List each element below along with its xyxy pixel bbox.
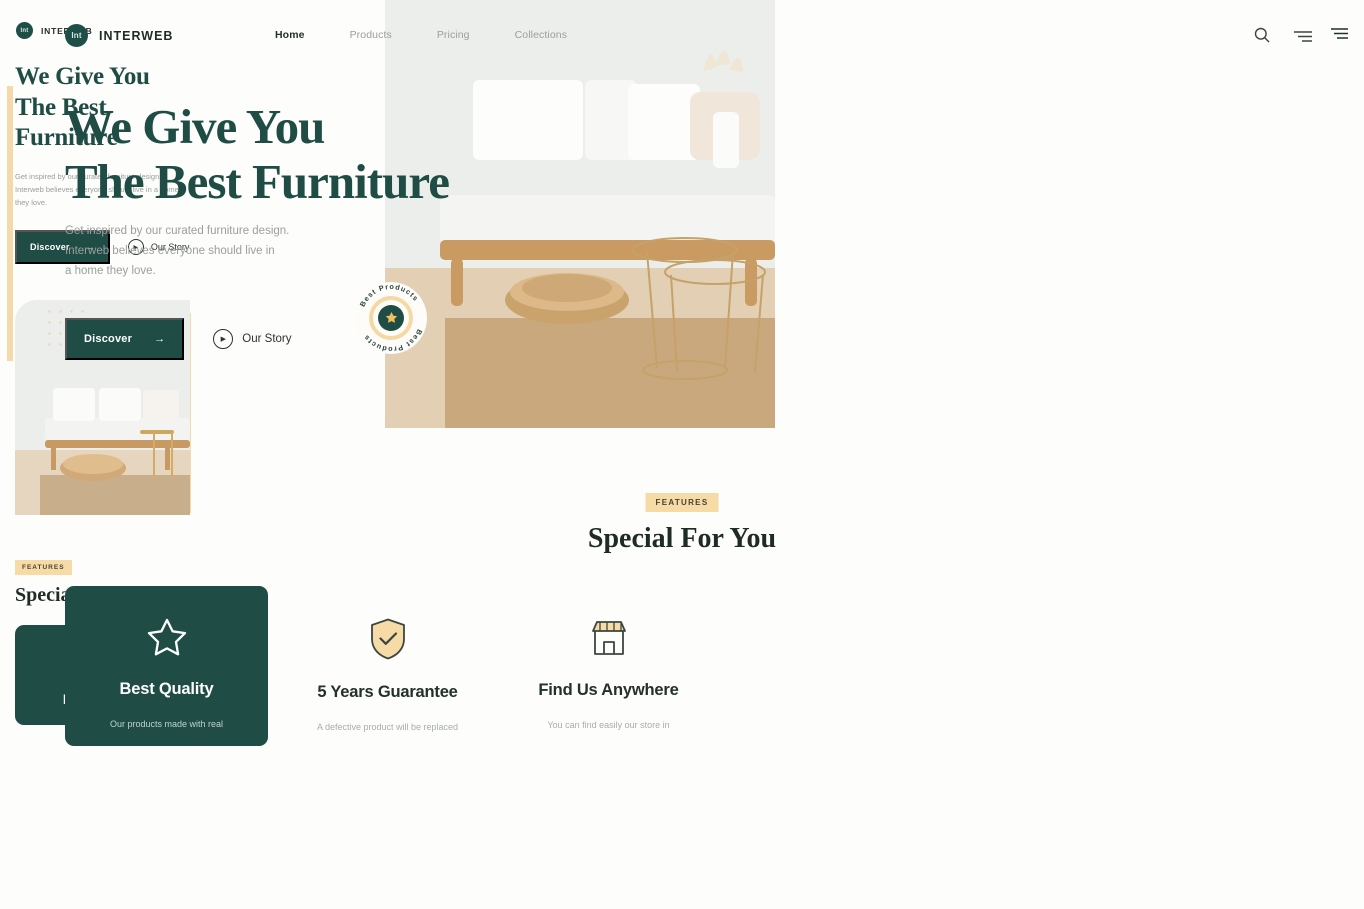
feature-desc: Our products made with real bbox=[109, 719, 224, 729]
nav-item-collections[interactable]: Collections bbox=[515, 29, 567, 41]
search-icon[interactable] bbox=[1254, 27, 1270, 48]
discover-label: Discover bbox=[84, 333, 133, 345]
star-icon bbox=[147, 618, 187, 662]
brand-logo-mark: Int bbox=[65, 24, 88, 47]
nav-item-home[interactable]: Home bbox=[275, 29, 305, 41]
subtext-line-3: a home they love. bbox=[65, 264, 156, 277]
storefront-icon bbox=[589, 618, 629, 663]
desktop-nav-icons bbox=[1254, 27, 1312, 48]
hamburger-icon[interactable] bbox=[1331, 26, 1348, 44]
desktop-brand: Int INTERWEB bbox=[65, 24, 173, 47]
subtext-line-1: Get inspired by our curated furniture de… bbox=[65, 225, 290, 237]
feature-card-guarantee[interactable]: 5 Years Guarantee A defective product wi… bbox=[286, 586, 489, 746]
our-story-label: Our Story bbox=[242, 333, 292, 345]
feature-desc: A defective product will be replaced bbox=[316, 722, 459, 732]
feature-desc: You can find easily our store in bbox=[547, 720, 670, 730]
accent-bar bbox=[7, 86, 13, 361]
discover-label: Discover bbox=[30, 242, 70, 252]
hamburger-icon[interactable] bbox=[1294, 29, 1312, 47]
feature-title: Best Quality bbox=[119, 680, 214, 698]
our-story-link[interactable]: ▶ Our Story bbox=[213, 329, 292, 349]
feature-card-best-quality[interactable]: Best Quality Our products made with real bbox=[65, 586, 268, 746]
desktop-features-row: Best Quality Our products made with real… bbox=[65, 586, 710, 746]
svg-text:Best Products: Best Products bbox=[358, 282, 421, 308]
nav-item-pricing[interactable]: Pricing bbox=[437, 29, 470, 41]
desktop-nav: Home Products Pricing Collections bbox=[275, 29, 567, 41]
badge-text-bottom: Best Products bbox=[361, 328, 423, 354]
best-products-badge: Best Products Best Products bbox=[355, 282, 427, 354]
badge-text-top: Best Products bbox=[358, 282, 420, 308]
desktop-features-tag: FEATURES bbox=[645, 493, 719, 512]
subtext-line-2: Interweb believes everyone should live i… bbox=[65, 244, 275, 257]
svg-text:Best Products: Best Products bbox=[361, 328, 424, 354]
discover-button[interactable]: Discover → bbox=[65, 318, 185, 360]
arrow-right-icon: → bbox=[154, 333, 166, 345]
desktop-subtext: Get inspired by our curated furniture de… bbox=[65, 222, 335, 281]
feature-card-find-us[interactable]: Find Us Anywhere You can find easily our… bbox=[507, 586, 710, 746]
desktop-hero-image bbox=[385, 0, 775, 428]
mobile-features-tag: FEATURES bbox=[15, 560, 72, 575]
feature-title: 5 Years Guarantee bbox=[317, 683, 458, 701]
headline-line-1: We Give You bbox=[65, 99, 325, 154]
feature-title: Find Us Anywhere bbox=[538, 681, 679, 699]
brand-logo-mark: Int bbox=[16, 22, 33, 39]
desktop-features-title: Special For You bbox=[587, 523, 777, 554]
headline-line-2: The Best Furniture bbox=[65, 153, 450, 209]
brand-name: INTERWEB bbox=[99, 28, 174, 43]
desktop-headline: We Give You The Best Furniture bbox=[65, 99, 495, 210]
nav-item-products[interactable]: Products bbox=[350, 29, 392, 41]
shield-check-icon bbox=[369, 618, 407, 665]
desktop-cta-group: Discover → ▶ Our Story bbox=[65, 318, 292, 360]
play-icon: ▶ bbox=[213, 329, 234, 349]
